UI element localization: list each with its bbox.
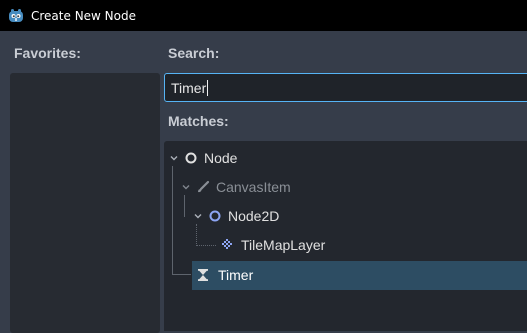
- tree-item-label: Node: [204, 150, 238, 166]
- node2d-circle-icon: [209, 210, 221, 222]
- text-caret: [207, 79, 209, 96]
- matches-label: Matches:: [168, 113, 229, 129]
- brush-icon: [198, 180, 210, 193]
- matches-tree[interactable]: Node CanvasItem Node2D TileMapLayer Time…: [164, 141, 527, 331]
- chevron-down-icon[interactable]: [168, 152, 180, 164]
- tree-item-node2d[interactable]: Node2D: [192, 202, 279, 230]
- search-input-value: Timer: [171, 79, 207, 96]
- favorites-label: Favorites:: [14, 45, 81, 61]
- tree-item-tilemaplayer[interactable]: TileMapLayer: [220, 231, 325, 259]
- title-bar: Create New Node: [0, 0, 527, 31]
- search-input[interactable]: Timer: [164, 73, 527, 102]
- node-circle-icon: [185, 152, 197, 164]
- tree-item-label: Node2D: [228, 208, 280, 224]
- tree-item-label: TileMapLayer: [241, 237, 326, 253]
- search-label: Search:: [168, 45, 220, 61]
- search-panel: Search: Timer Matches: Node CanvasItem N…: [164, 31, 527, 331]
- tree-line: [196, 245, 216, 246]
- tree-item-node[interactable]: Node: [168, 144, 237, 172]
- tree-item-canvasitem[interactable]: CanvasItem: [180, 173, 291, 201]
- chevron-down-icon[interactable]: [192, 210, 204, 222]
- godot-logo-icon: [9, 8, 23, 22]
- tree-item-label: Timer: [218, 267, 254, 283]
- favorites-panel: Favorites:: [0, 31, 161, 333]
- tree-item-timer[interactable]: Timer: [196, 261, 253, 289]
- favorites-list[interactable]: [10, 73, 160, 333]
- tree-item-label: CanvasItem: [216, 179, 291, 195]
- hourglass-icon: [198, 269, 208, 281]
- window-title: Create New Node: [31, 8, 136, 23]
- tree-line: [172, 166, 173, 275]
- chevron-down-icon[interactable]: [180, 181, 192, 193]
- tilemap-icon: [222, 239, 232, 249]
- tree-line: [172, 274, 191, 275]
